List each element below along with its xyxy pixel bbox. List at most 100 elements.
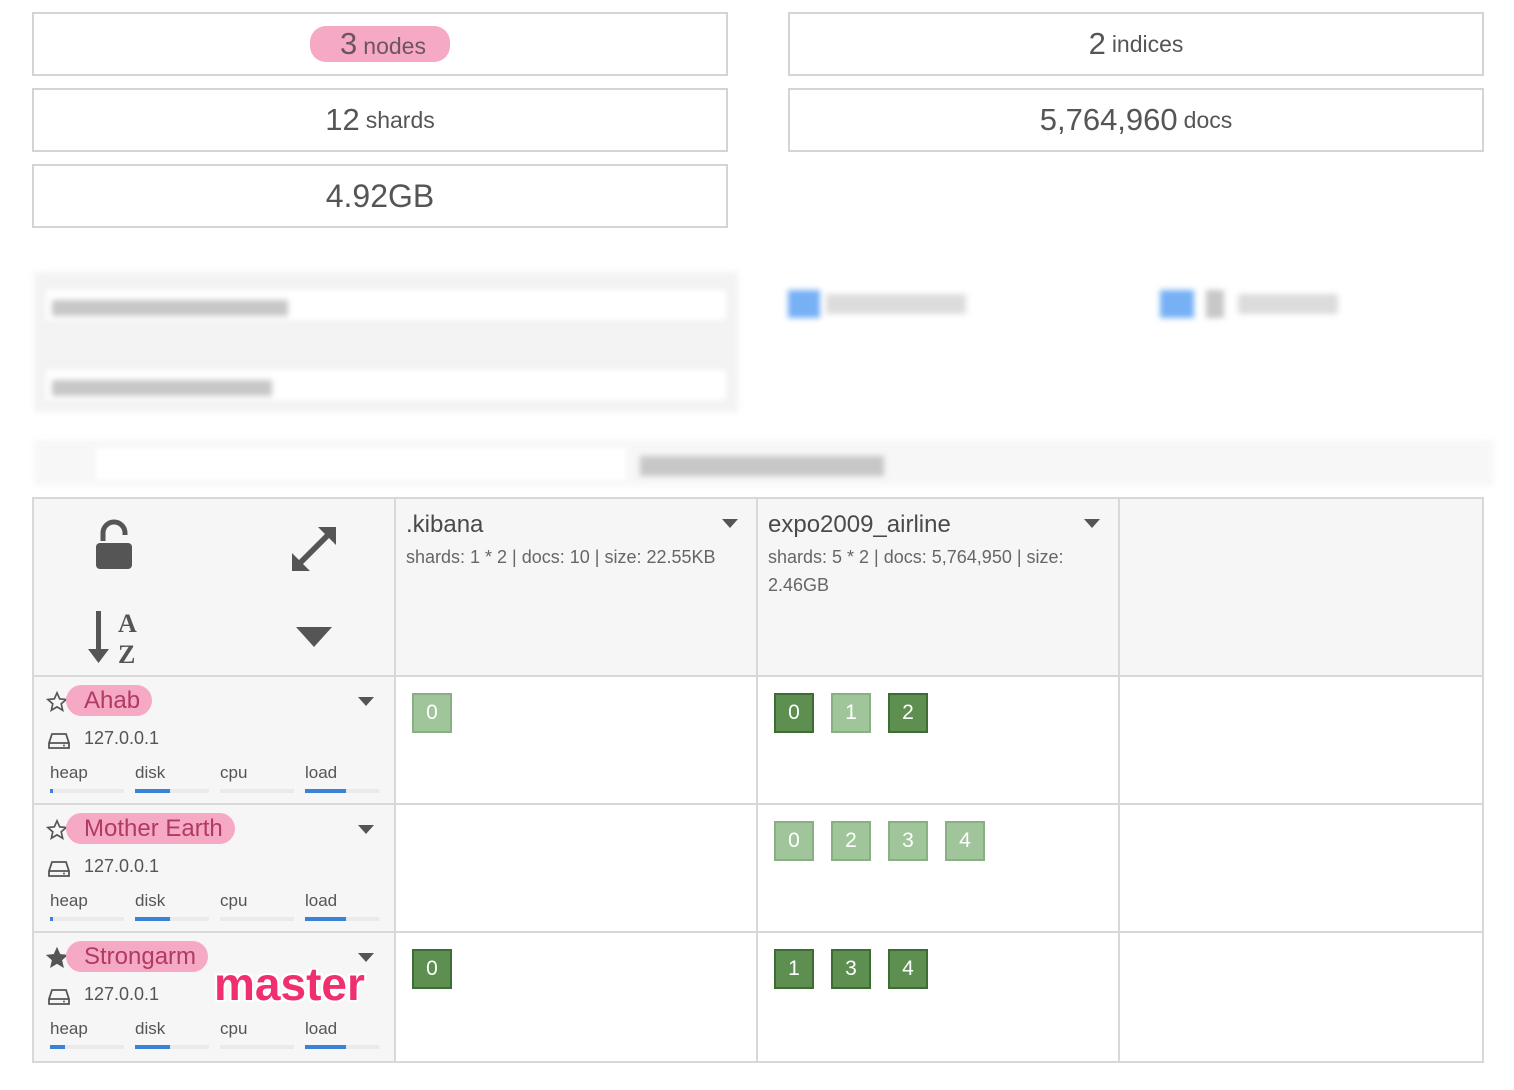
unlock-icon[interactable] — [94, 519, 134, 571]
metric-bar — [220, 789, 294, 793]
node-ip: 127.0.0.1 — [84, 984, 160, 1004]
airline-shards: 134 — [758, 933, 1120, 1061]
expand-icon[interactable] — [288, 523, 340, 575]
replica-shard[interactable]: 1 — [831, 693, 871, 733]
metric-bar — [50, 1045, 124, 1049]
metric-bar — [135, 917, 209, 921]
index-name[interactable]: expo2009_airline — [768, 511, 951, 539]
metric-label: load — [305, 891, 338, 910]
docs-unit: docs — [1183, 106, 1233, 133]
nodes-highlight: 3 nodes — [310, 26, 450, 62]
index-info: shards: 5 * 2 | docs: 5,764,950 | size: … — [768, 547, 1064, 595]
indices-stat: 2 indices — [788, 12, 1484, 76]
master-annotation: master — [214, 958, 365, 1010]
index-name[interactable]: .kibana — [406, 511, 483, 539]
node-info-cell: Ahab 127.0.0.1 heap disk cpu load — [34, 677, 394, 805]
airline-shards: 012 — [758, 677, 1120, 805]
index-info: shards: 1 * 2 | docs: 10 | size: 22.55KB — [406, 547, 716, 567]
replica-shard[interactable]: 0 — [774, 821, 814, 861]
primary-shard[interactable]: 0 — [412, 949, 452, 989]
metric-bar-fill — [135, 1045, 170, 1049]
metric-cpu: cpu — [220, 1019, 294, 1049]
metric-bar — [220, 1045, 294, 1049]
node-ip: 127.0.0.1 — [84, 728, 160, 748]
metric-label: heap — [50, 763, 88, 782]
metric-bar — [220, 917, 294, 921]
metric-bar — [135, 789, 209, 793]
kibana-shards: 0 — [396, 677, 758, 805]
replica-shard[interactable]: 3 — [888, 821, 928, 861]
metric-load: load — [305, 763, 379, 793]
index-menu-caret-icon[interactable] — [722, 519, 738, 528]
grid-divider — [1118, 499, 1120, 1061]
metric-heap: heap — [50, 891, 124, 921]
primary-shard[interactable]: 3 — [831, 949, 871, 989]
metric-heap: heap — [50, 763, 124, 793]
primary-shard[interactable]: 0 — [774, 693, 814, 733]
metric-heap: heap — [50, 1019, 124, 1049]
metric-disk: disk — [135, 891, 209, 921]
airline-shards: 0234 — [758, 805, 1120, 933]
node-name[interactable]: Strongarm — [66, 941, 209, 972]
metric-bar — [305, 789, 379, 793]
index-menu-caret-icon[interactable] — [1084, 519, 1100, 528]
metric-bar-fill — [50, 789, 53, 793]
star-filled-icon[interactable] — [46, 947, 68, 969]
index-header-kibana[interactable]: .kibana shards: 1 * 2 | docs: 10 | size:… — [396, 499, 758, 677]
primary-shard[interactable]: 2 — [888, 693, 928, 733]
metric-disk: disk — [135, 1019, 209, 1049]
grid-divider — [756, 499, 758, 1061]
nodes-unit: nodes — [363, 33, 426, 59]
node-metrics: heap disk cpu load — [50, 763, 380, 797]
sort-az-icon[interactable]: A Z — [88, 605, 144, 667]
node-menu-caret-icon[interactable] — [358, 825, 374, 834]
metric-bar — [50, 917, 124, 921]
redacted-text-2 — [52, 380, 272, 396]
metric-bar-fill — [305, 789, 346, 793]
star-outline-icon[interactable] — [46, 819, 68, 841]
kibana-shards: 0 — [396, 933, 758, 1061]
redacted-blue-1 — [788, 290, 820, 318]
metric-bar-fill — [50, 1045, 65, 1049]
metric-label: cpu — [220, 891, 248, 910]
docs-count: 5,764,960 — [1039, 102, 1178, 137]
cluster-overview-grid: A Z .kibana shards: 1 * 2 | docs: 10 | s… — [32, 497, 1484, 1063]
replica-shard[interactable]: 0 — [412, 693, 452, 733]
size-stat: 4.92GB — [32, 164, 728, 228]
primary-shard[interactable]: 4 — [888, 949, 928, 989]
metric-bar-fill — [135, 789, 170, 793]
metric-label: load — [305, 1019, 338, 1038]
node-menu-caret-icon[interactable] — [358, 697, 374, 706]
metric-cpu: cpu — [220, 891, 294, 921]
metric-label: load — [305, 763, 338, 782]
node-row-strongarm: Strongarm 127.0.0.1 heap disk cpu load mast… — [34, 933, 1482, 1061]
star-outline-icon[interactable] — [46, 691, 68, 713]
kibana-shards — [396, 805, 758, 933]
node-name[interactable]: Ahab — [66, 685, 153, 716]
metric-label: heap — [50, 891, 88, 910]
index-header-airline[interactable]: expo2009_airline shards: 5 * 2 | docs: 5… — [758, 499, 1120, 677]
node-info-cell: Mother Earth 127.0.0.1 heap disk cpu load — [34, 805, 394, 933]
replica-shard[interactable]: 4 — [945, 821, 985, 861]
metric-load: load — [305, 891, 379, 921]
server-icon — [48, 989, 70, 1005]
redacted-text-4 — [1238, 294, 1338, 314]
metric-label: cpu — [220, 1019, 248, 1038]
metric-bar — [135, 1045, 209, 1049]
metric-bar — [305, 917, 379, 921]
metric-label: heap — [50, 1019, 88, 1038]
indices-count: 2 — [1088, 26, 1106, 61]
metric-bar-fill — [50, 917, 53, 921]
shards-stat: 12 shards — [32, 88, 728, 152]
nodes-stat: 3 nodes — [32, 12, 728, 76]
redacted-text-3 — [826, 294, 966, 314]
node-metrics: heap disk cpu load — [50, 1019, 380, 1053]
svg-text:A: A — [118, 609, 137, 638]
metric-bar-fill — [305, 1045, 346, 1049]
caret-down-icon[interactable] — [296, 627, 332, 649]
primary-shard[interactable]: 1 — [774, 949, 814, 989]
node-ip: 127.0.0.1 — [84, 856, 160, 876]
replica-shard[interactable]: 2 — [831, 821, 871, 861]
node-name[interactable]: Mother Earth — [66, 813, 235, 844]
node-info-cell: Strongarm 127.0.0.1 heap disk cpu load mast… — [34, 933, 394, 1061]
